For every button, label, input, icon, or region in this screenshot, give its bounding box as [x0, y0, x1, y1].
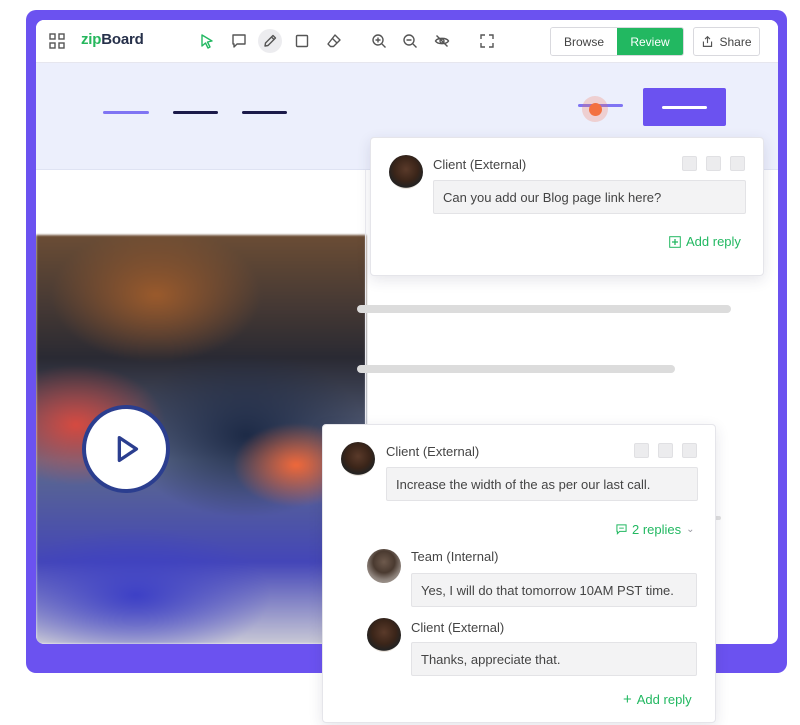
card-action-square[interactable] [682, 443, 697, 458]
pencil-icon [264, 34, 277, 47]
cursor-icon [201, 34, 213, 49]
zoom-in-button[interactable] [367, 29, 391, 53]
fullscreen-icon [480, 34, 494, 48]
square-icon [295, 34, 309, 48]
avatar [367, 618, 401, 652]
replies-count: 2 replies [632, 522, 682, 537]
eraser-tool-button[interactable] [322, 29, 346, 53]
card-action-square[interactable] [730, 156, 745, 171]
add-reply-label: Add reply [686, 234, 741, 249]
toolbar: zip Board Browse Review Share [36, 20, 778, 63]
comment-text: Increase the width of the as per our las… [386, 467, 698, 501]
chevron-down-icon: ⌄ [686, 524, 695, 535]
eye-off-icon [434, 35, 450, 47]
nav-placeholder [173, 111, 218, 114]
review-button[interactable]: Review [617, 28, 683, 55]
avatar [367, 549, 401, 583]
comment-author: Client (External) [386, 444, 480, 459]
card-action-square[interactable] [706, 156, 721, 171]
avatar [341, 442, 375, 476]
replies-toggle[interactable]: 2 replies ⌄ [616, 522, 695, 537]
play-button[interactable] [82, 405, 170, 493]
share-icon [703, 35, 713, 47]
comment-icon [232, 34, 246, 48]
add-reply-button[interactable]: + Add reply [623, 692, 692, 707]
share-button[interactable]: Share [693, 27, 760, 56]
comment-card: Client (External) Can you add our Blog p… [370, 137, 764, 276]
comment-tool-button[interactable] [227, 29, 251, 53]
add-reply-button[interactable]: Add reply [669, 234, 741, 249]
nav-placeholder [103, 111, 149, 114]
pen-tool-button[interactable] [258, 29, 282, 53]
chat-icon [616, 524, 627, 535]
fullscreen-button[interactable] [475, 29, 499, 53]
add-reply-label: Add reply [636, 692, 692, 707]
pin-dot [588, 102, 602, 116]
comment-text: Can you add our Blog page link here? [433, 180, 746, 214]
browse-button[interactable]: Browse [551, 28, 617, 55]
comment-card: Client (External) Increase the width of … [322, 424, 716, 723]
comment-pin-marker[interactable] [582, 96, 608, 122]
zoom-out-button[interactable] [398, 29, 422, 53]
reply-text: Yes, I will do that tomorrow 10AM PST ti… [411, 573, 697, 607]
text-placeholder [357, 365, 675, 373]
apps-grid-icon[interactable] [49, 33, 65, 49]
pointer-tool-button[interactable] [195, 29, 219, 53]
card-action-square[interactable] [634, 443, 649, 458]
reply-text: Thanks, appreciate that. [411, 642, 697, 676]
nav-placeholder [242, 111, 287, 114]
cta-placeholder [662, 105, 707, 109]
logo-board: Board [101, 31, 144, 48]
mode-switch: Browse Review [550, 27, 684, 56]
zoom-out-icon [403, 34, 417, 48]
reply-author: Client (External) [411, 620, 505, 635]
comment-author: Client (External) [433, 157, 527, 172]
hide-comments-button[interactable] [430, 29, 454, 53]
card-action-square[interactable] [658, 443, 673, 458]
avatar [389, 155, 423, 189]
zipboard-logo[interactable]: zip Board [81, 31, 144, 48]
card-action-square[interactable] [682, 156, 697, 171]
eraser-icon [327, 34, 341, 48]
rectangle-tool-button[interactable] [290, 29, 314, 53]
plus-icon: + [623, 691, 632, 708]
logo-zip: zip [81, 31, 102, 48]
share-label: Share [719, 34, 752, 49]
text-placeholder [357, 305, 731, 313]
play-icon [117, 435, 139, 463]
reply-author: Team (Internal) [411, 549, 499, 564]
zoom-in-icon [372, 34, 386, 48]
plus-icon [669, 235, 681, 248]
cta-button-mock [643, 88, 726, 126]
